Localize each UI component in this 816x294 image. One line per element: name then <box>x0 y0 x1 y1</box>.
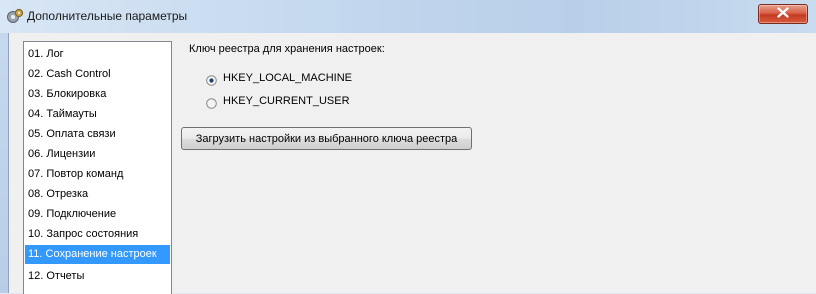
settings-window: Дополнительные параметры 01. Лог 02. Cas… <box>0 0 816 294</box>
radio-label: HKEY_CURRENT_USER <box>223 95 350 107</box>
list-item[interactable]: 12. Отчеты <box>25 267 170 286</box>
close-button[interactable] <box>758 4 808 24</box>
list-item-selected[interactable]: 11. Сохранение настроек <box>25 245 170 264</box>
list-item[interactable]: 06. Лицензии <box>25 145 170 164</box>
window-title: Дополнительные параметры <box>27 9 188 23</box>
list-item[interactable]: 02. Cash Control <box>25 65 170 84</box>
close-x-icon <box>777 5 789 23</box>
dialog-body: 01. Лог 02. Cash Control 03. Блокировка … <box>8 33 816 294</box>
list-item[interactable]: 09. Подключение <box>25 205 170 224</box>
list-item[interactable]: 05. Оплата связи <box>25 125 170 144</box>
list-item[interactable]: 10. Запрос состояния <box>25 225 170 244</box>
list-item[interactable]: 07. Повтор команд <box>25 165 170 184</box>
load-settings-button[interactable]: Загрузить настройки из выбранного ключа … <box>181 127 472 150</box>
settings-gear-icon <box>6 8 24 24</box>
list-item[interactable]: 04. Таймауты <box>25 105 170 124</box>
list-item[interactable]: 03. Блокировка <box>25 85 170 104</box>
registry-key-label: Ключ реестра для хранения настроек: <box>189 43 385 55</box>
radio-hkey-local-machine[interactable]: HKEY_LOCAL_MACHINE <box>206 71 376 87</box>
radio-label: HKEY_LOCAL_MACHINE <box>223 72 352 84</box>
title-bar[interactable]: Дополнительные параметры <box>0 0 816 33</box>
radio-hkey-current-user[interactable]: HKEY_CURRENT_USER <box>206 94 376 110</box>
list-item[interactable]: 08. Отрезка <box>25 185 170 204</box>
category-list[interactable]: 01. Лог 02. Cash Control 03. Блокировка … <box>23 41 172 294</box>
radio-checked-icon <box>206 73 217 86</box>
list-item[interactable]: 01. Лог <box>25 45 170 64</box>
radio-unchecked-icon <box>206 96 217 109</box>
